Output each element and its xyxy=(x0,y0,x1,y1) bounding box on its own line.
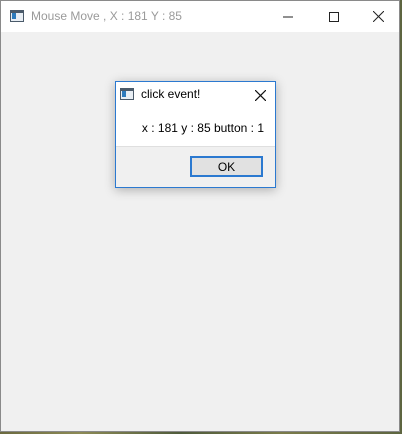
app-icon xyxy=(10,10,24,22)
dialog-message: x : 181 y : 85 button : 1 xyxy=(141,121,264,135)
close-icon xyxy=(372,11,384,22)
main-window: Mouse Move , X : 181 Y : 85 xyxy=(0,0,400,432)
dialog-close-button[interactable] xyxy=(245,82,275,108)
dialog-footer: OK xyxy=(116,146,275,187)
close-button[interactable] xyxy=(355,1,401,32)
main-window-titlebar[interactable]: Mouse Move , X : 181 Y : 85 xyxy=(1,1,399,32)
minimize-button[interactable] xyxy=(265,1,311,32)
click-event-dialog: click event! x : 181 y : 85 button : 1 O… xyxy=(115,81,276,188)
dialog-titlebar[interactable]: click event! xyxy=(116,82,275,108)
dialog-body: x : 181 y : 85 button : 1 xyxy=(116,108,275,146)
main-window-title: Mouse Move , X : 181 Y : 85 xyxy=(31,9,182,23)
minimize-icon xyxy=(283,16,293,17)
ok-button[interactable]: OK xyxy=(190,156,263,177)
maximize-button[interactable] xyxy=(311,1,357,32)
maximize-icon xyxy=(329,11,339,22)
close-icon xyxy=(254,89,266,101)
dialog-title: click event! xyxy=(141,87,201,101)
dialog-app-icon xyxy=(120,88,134,100)
